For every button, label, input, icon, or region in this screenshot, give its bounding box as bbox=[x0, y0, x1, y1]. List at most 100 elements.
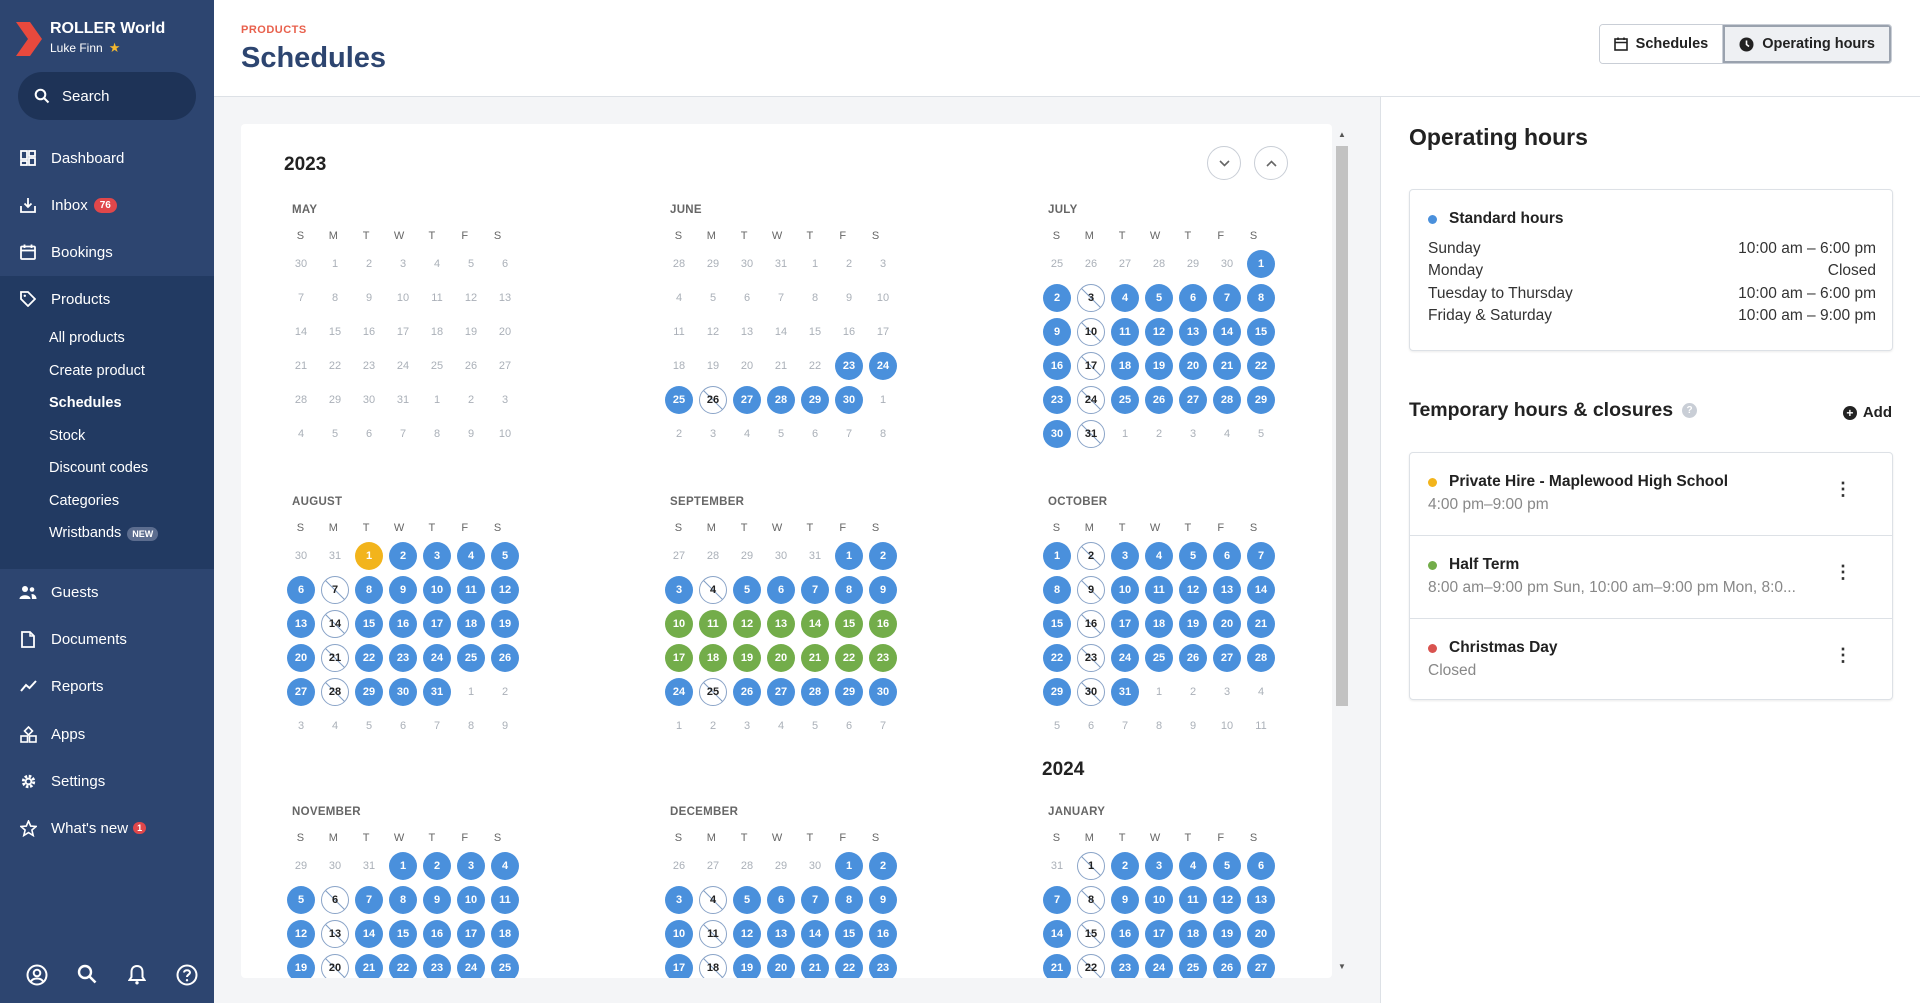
more-options-icon[interactable]: ⋮ bbox=[1834, 646, 1852, 664]
calendar-day[interactable]: 9 bbox=[389, 576, 417, 604]
calendar-day[interactable]: 3 bbox=[423, 542, 451, 570]
closed-day[interactable]: 21 bbox=[321, 644, 349, 672]
calendar-day[interactable]: 3 bbox=[1145, 852, 1173, 880]
calendar-day[interactable]: 6 bbox=[1179, 284, 1207, 312]
nav-inbox[interactable]: Inbox 76 bbox=[0, 183, 214, 227]
closed-day[interactable]: 20 bbox=[321, 954, 349, 978]
calendar-day[interactable]: 20 bbox=[767, 954, 795, 978]
calendar-day[interactable]: 2 bbox=[869, 542, 897, 570]
calendar-day[interactable]: 1 bbox=[1247, 250, 1275, 278]
nav-all-products[interactable]: All products bbox=[49, 330, 125, 346]
calendar-day[interactable]: 15 bbox=[835, 610, 863, 638]
calendar-day[interactable]: 23 bbox=[835, 352, 863, 380]
calendar-day[interactable]: 6 bbox=[1247, 852, 1275, 880]
calendar-day[interactable]: 2 bbox=[1111, 852, 1139, 880]
calendar-day[interactable]: 18 bbox=[1145, 610, 1173, 638]
more-options-icon[interactable]: ⋮ bbox=[1834, 480, 1852, 498]
breadcrumb[interactable]: PRODUCTS bbox=[241, 24, 307, 36]
calendar-day[interactable]: 28 bbox=[801, 678, 829, 706]
calendar-day[interactable]: 10 bbox=[423, 576, 451, 604]
calendar-day[interactable]: 1 bbox=[389, 852, 417, 880]
closed-day[interactable]: 24 bbox=[1077, 386, 1105, 414]
closed-day[interactable]: 17 bbox=[1077, 352, 1105, 380]
calendar-day[interactable]: 6 bbox=[767, 576, 795, 604]
calendar-day[interactable]: 10 bbox=[665, 920, 693, 948]
calendar-day[interactable]: 28 bbox=[1247, 644, 1275, 672]
scroll-up-arrow-icon[interactable]: ▲ bbox=[1338, 130, 1346, 139]
calendar-day[interactable]: 18 bbox=[1111, 352, 1139, 380]
closed-day[interactable]: 22 bbox=[1077, 954, 1105, 978]
nav-discount-codes[interactable]: Discount codes bbox=[49, 460, 148, 476]
calendar-day[interactable]: 15 bbox=[389, 920, 417, 948]
bell-icon[interactable] bbox=[112, 964, 162, 986]
calendar-day[interactable]: 17 bbox=[665, 954, 693, 978]
calendar-day[interactable]: 9 bbox=[1111, 886, 1139, 914]
calendar-day[interactable]: 14 bbox=[1043, 920, 1071, 948]
calendar-day[interactable]: 27 bbox=[1247, 954, 1275, 978]
calendar-day[interactable]: 20 bbox=[287, 644, 315, 672]
calendar-day[interactable]: 6 bbox=[287, 576, 315, 604]
calendar-day[interactable]: 16 bbox=[869, 610, 897, 638]
closed-day[interactable]: 6 bbox=[321, 886, 349, 914]
calendar-day[interactable]: 24 bbox=[1111, 644, 1139, 672]
calendar-day[interactable]: 24 bbox=[423, 644, 451, 672]
calendar-day[interactable]: 11 bbox=[1111, 318, 1139, 346]
calendar-day[interactable]: 9 bbox=[1043, 318, 1071, 346]
calendar-day[interactable]: 9 bbox=[423, 886, 451, 914]
calendar-day[interactable]: 14 bbox=[801, 920, 829, 948]
calendar-day[interactable]: 27 bbox=[287, 678, 315, 706]
closed-day[interactable]: 30 bbox=[1077, 678, 1105, 706]
operating-hours-view-button[interactable]: Operating hours bbox=[1723, 25, 1891, 63]
calendar-day[interactable]: 8 bbox=[1247, 284, 1275, 312]
nav-stock[interactable]: Stock bbox=[49, 428, 85, 444]
account-icon[interactable] bbox=[12, 964, 62, 986]
calendar-day[interactable]: 23 bbox=[869, 644, 897, 672]
calendar-day[interactable]: 24 bbox=[1145, 954, 1173, 978]
calendar-day[interactable]: 23 bbox=[869, 954, 897, 978]
calendar-day[interactable]: 6 bbox=[1213, 542, 1241, 570]
calendar-day[interactable]: 21 bbox=[801, 644, 829, 672]
calendar-day[interactable]: 1 bbox=[835, 852, 863, 880]
calendar-day[interactable]: 18 bbox=[1179, 920, 1207, 948]
calendar-day[interactable]: 27 bbox=[767, 678, 795, 706]
calendar-day[interactable]: 22 bbox=[355, 644, 383, 672]
calendar-day[interactable]: 17 bbox=[1145, 920, 1173, 948]
calendar-day[interactable]: 11 bbox=[1145, 576, 1173, 604]
nav-dashboard[interactable]: Dashboard bbox=[0, 136, 214, 180]
calendar-day[interactable]: 11 bbox=[1179, 886, 1207, 914]
calendar-day[interactable]: 22 bbox=[389, 954, 417, 978]
calendar-day[interactable]: 28 bbox=[767, 386, 795, 414]
calendar-day[interactable]: 22 bbox=[835, 644, 863, 672]
closed-day[interactable]: 15 bbox=[1077, 920, 1105, 948]
calendar-day[interactable]: 7 bbox=[1043, 886, 1071, 914]
calendar-day[interactable]: 8 bbox=[389, 886, 417, 914]
calendar-day[interactable]: 18 bbox=[491, 920, 519, 948]
closed-day[interactable]: 3 bbox=[1077, 284, 1105, 312]
calendar-day[interactable]: 25 bbox=[665, 386, 693, 414]
calendar-day[interactable]: 5 bbox=[287, 886, 315, 914]
scrollbar-thumb[interactable] bbox=[1336, 146, 1348, 706]
calendar-day[interactable]: 13 bbox=[1247, 886, 1275, 914]
closed-day[interactable]: 10 bbox=[1077, 318, 1105, 346]
calendar-day[interactable]: 23 bbox=[1043, 386, 1071, 414]
calendar-day[interactable]: 29 bbox=[1043, 678, 1071, 706]
calendar-day[interactable]: 25 bbox=[491, 954, 519, 978]
calendar-day[interactable]: 13 bbox=[767, 610, 795, 638]
calendar-day[interactable]: 14 bbox=[1213, 318, 1241, 346]
nav-wristbands[interactable]: Wristbands NEW bbox=[49, 525, 159, 541]
calendar-day[interactable]: 11 bbox=[457, 576, 485, 604]
closed-day[interactable]: 9 bbox=[1077, 576, 1105, 604]
calendar-day[interactable]: 12 bbox=[1145, 318, 1173, 346]
calendar-day[interactable]: 7 bbox=[1213, 284, 1241, 312]
nav-reports[interactable]: Reports bbox=[0, 664, 214, 708]
calendar-day[interactable]: 20 bbox=[767, 644, 795, 672]
scroll-down-button[interactable] bbox=[1207, 146, 1241, 180]
search-icon[interactable] bbox=[62, 964, 112, 986]
nav-documents[interactable]: Documents bbox=[0, 617, 214, 661]
nav-apps[interactable]: Apps bbox=[0, 712, 214, 756]
calendar-day[interactable]: 9 bbox=[869, 886, 897, 914]
calendar-day[interactable]: 7 bbox=[1247, 542, 1275, 570]
calendar-day[interactable]: 30 bbox=[869, 678, 897, 706]
calendar-day[interactable]: 17 bbox=[423, 610, 451, 638]
calendar-day[interactable]: 11 bbox=[699, 610, 727, 638]
